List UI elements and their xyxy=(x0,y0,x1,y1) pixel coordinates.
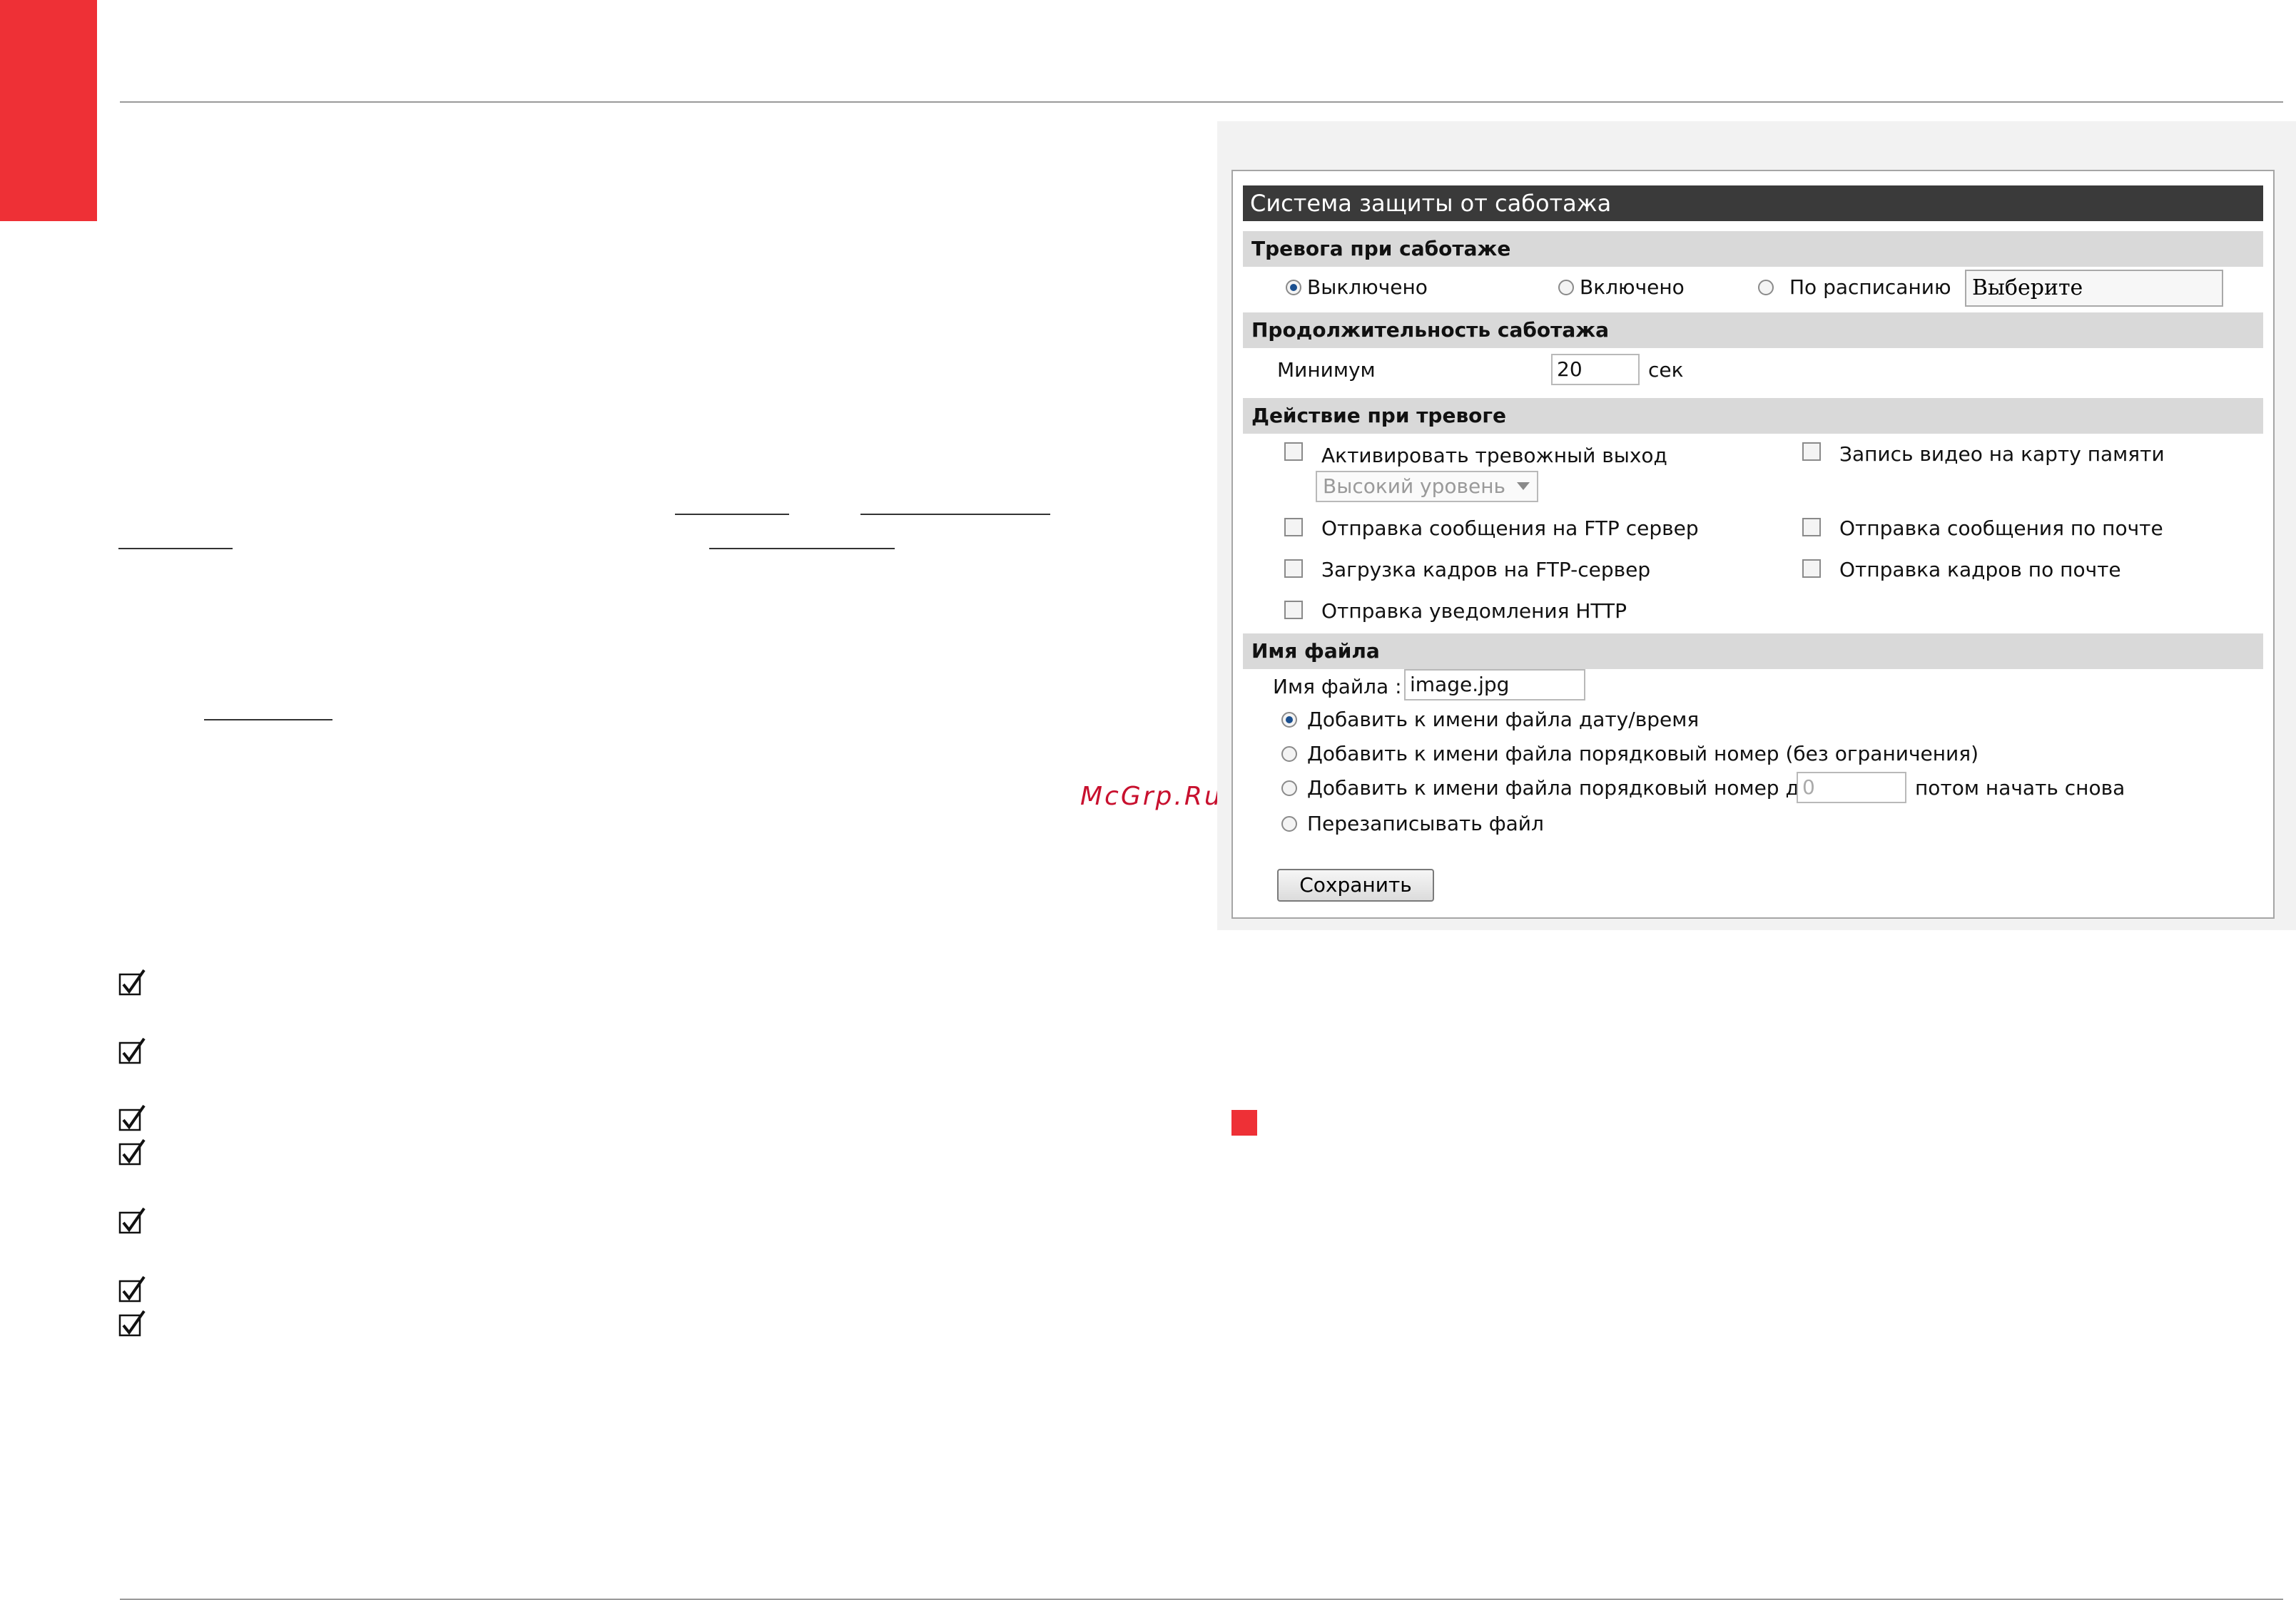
section-action-header: Действие при тревоге xyxy=(1243,398,2263,434)
check-box-icon xyxy=(118,1104,146,1131)
radio-on[interactable] xyxy=(1558,280,1574,295)
checkbox-record-sd[interactable] xyxy=(1802,442,1821,461)
radio-schedule-label: По расписанию xyxy=(1789,275,1951,299)
top-divider xyxy=(120,101,2283,103)
radio-append-seq-upto[interactable] xyxy=(1281,780,1297,796)
seq-restart-label: потом начать снова xyxy=(1915,776,2125,800)
http-notify-label: Отправка уведомления HTTP xyxy=(1321,599,1627,623)
checkbox-ftp-upload[interactable] xyxy=(1284,559,1303,578)
section-filename-header: Имя файла xyxy=(1243,633,2263,669)
chevron-down-icon xyxy=(1517,482,1530,490)
select-schedule-button[interactable]: Выберите расписание... xyxy=(1965,270,2223,335)
link-underline xyxy=(118,548,233,549)
checkbox-email-frames[interactable] xyxy=(1802,559,1821,578)
link-underline xyxy=(860,514,1050,515)
checkbox-email-message[interactable] xyxy=(1802,518,1821,536)
link-underline xyxy=(204,719,332,720)
radio-off-label: Выключено xyxy=(1307,275,1428,299)
seq-upto-input[interactable]: 0 xyxy=(1797,772,1906,803)
radio-append-seq-unlimited[interactable] xyxy=(1281,746,1297,762)
section-duration-header: Продолжительность саботажа xyxy=(1243,312,2263,348)
checkbox-alarm-output[interactable] xyxy=(1284,442,1303,461)
save-button[interactable]: Сохранить xyxy=(1277,869,1434,902)
link-underline xyxy=(709,548,895,549)
duration-input[interactable]: 20 xyxy=(1551,354,1640,385)
filename-input[interactable]: image.jpg xyxy=(1404,669,1585,700)
record-sd-label: Запись видео на карту памяти xyxy=(1839,442,2165,466)
red-corner-tab xyxy=(0,0,97,221)
panel-title: Система защиты от саботажа xyxy=(1243,185,2263,221)
section-alarm-header: Тревога при саботаже xyxy=(1243,231,2263,267)
duration-unit: сек xyxy=(1648,358,1684,382)
ftp-message-label: Отправка сообщения на FTP сервер xyxy=(1321,516,1699,540)
tamper-settings-panel: Система защиты от саботажа Тревога при с… xyxy=(1231,170,2275,919)
check-box-icon xyxy=(118,1138,146,1166)
link-underline xyxy=(675,514,789,515)
append-datetime-label: Добавить к имени файла дату/время xyxy=(1307,708,1700,731)
check-box-icon xyxy=(118,1275,146,1303)
alarm-level-select[interactable]: Высокий уровень xyxy=(1316,471,1538,502)
filename-label: Имя файла : xyxy=(1273,675,1402,698)
check-box-icon xyxy=(118,969,146,996)
check-box-icon xyxy=(118,1207,146,1234)
radio-on-label: Включено xyxy=(1580,275,1685,299)
radio-schedule[interactable] xyxy=(1758,280,1774,295)
alarm-level-value: Высокий уровень xyxy=(1323,474,1506,498)
checkbox-http-notify[interactable] xyxy=(1284,601,1303,619)
check-box-icon xyxy=(118,1310,146,1337)
alarm-output-label: Активировать тревожный выход xyxy=(1321,444,1667,467)
email-frames-label: Отправка кадров по почте xyxy=(1839,558,2121,581)
ftp-upload-label: Загрузка кадров на FTP-сервер xyxy=(1321,558,1651,581)
append-seq-unlimited-label: Добавить к имени файла порядковый номер … xyxy=(1307,742,1979,765)
email-message-label: Отправка сообщения по почте xyxy=(1839,516,2163,540)
radio-off[interactable] xyxy=(1286,280,1301,295)
append-seq-upto-label: Добавить к имени файла порядковый номер … xyxy=(1307,776,1812,800)
checkbox-ftp-message[interactable] xyxy=(1284,518,1303,536)
watermark: McGrp.Ru xyxy=(1080,782,1223,811)
red-square-icon xyxy=(1231,1110,1257,1136)
radio-overwrite[interactable] xyxy=(1281,816,1297,832)
radio-append-datetime[interactable] xyxy=(1281,712,1297,728)
duration-min-label: Минимум xyxy=(1277,358,1376,382)
check-box-icon xyxy=(118,1037,146,1064)
overwrite-label: Перезаписывать файл xyxy=(1307,812,1544,835)
